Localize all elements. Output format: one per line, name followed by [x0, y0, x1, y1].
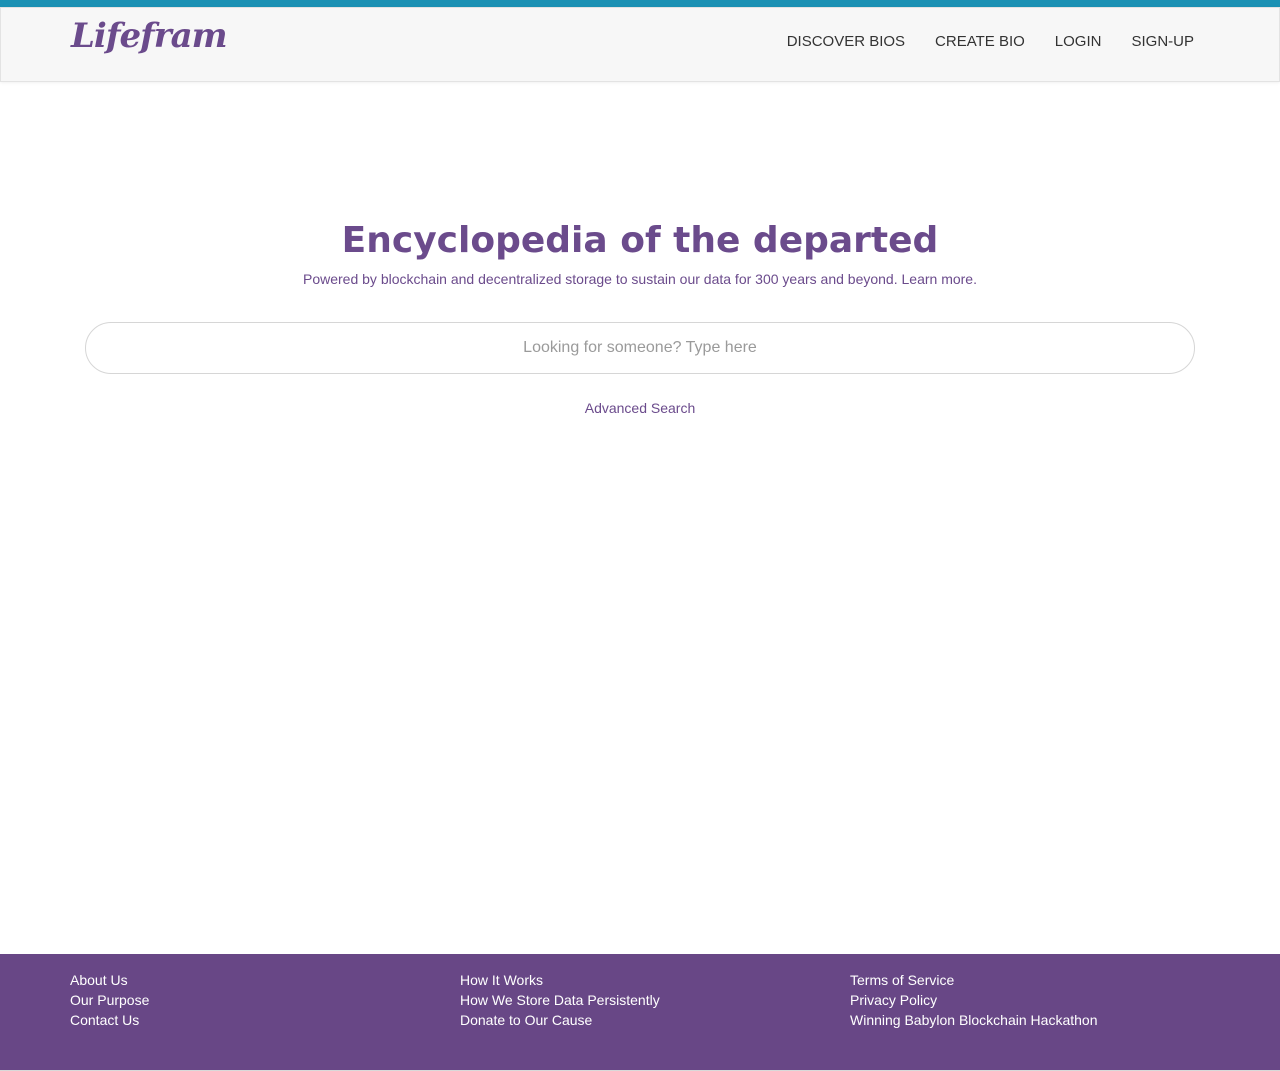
hero-subtitle-text: Powered by blockchain and decentralized … [303, 271, 898, 287]
advanced-search-wrap: Advanced Search [0, 400, 1280, 418]
footer-column-about: About Us Our Purpose Contact Us [70, 970, 149, 1030]
nav-discover-bios[interactable]: DISCOVER BIOS [787, 32, 905, 52]
footer-link-privacy[interactable]: Privacy Policy [850, 990, 1097, 1010]
site-logo[interactable]: Lifefram [71, 16, 228, 56]
nav-create-bio[interactable]: CREATE BIO [935, 32, 1025, 52]
footer-link-contact-us[interactable]: Contact Us [70, 1010, 149, 1030]
footer-link-terms[interactable]: Terms of Service [850, 970, 1097, 990]
footer-link-hackathon[interactable]: Winning Babylon Blockchain Hackathon [850, 1010, 1097, 1030]
search-box [85, 322, 1195, 374]
main-nav: DISCOVER BIOS CREATE BIO LOGIN SIGN-UP [787, 32, 1194, 52]
page-title: Encyclopedia of the departed [341, 220, 939, 261]
footer-link-about-us[interactable]: About Us [70, 970, 149, 990]
hero-subtitle: Powered by blockchain and decentralized … [0, 270, 1280, 288]
advanced-search-link[interactable]: Advanced Search [585, 400, 696, 416]
footer: About Us Our Purpose Contact Us How It W… [0, 954, 1280, 1071]
nav-login[interactable]: LOGIN [1055, 32, 1102, 52]
footer-column-how: How It Works How We Store Data Persisten… [460, 970, 660, 1030]
footer-link-data-storage[interactable]: How We Store Data Persistently [460, 990, 660, 1010]
footer-column-legal: Terms of Service Privacy Policy Winning … [850, 970, 1097, 1030]
footer-link-how-it-works[interactable]: How It Works [460, 970, 660, 990]
footer-link-donate[interactable]: Donate to Our Cause [460, 1010, 660, 1030]
footer-link-our-purpose[interactable]: Our Purpose [70, 990, 149, 1010]
nav-sign-up[interactable]: SIGN-UP [1131, 32, 1194, 52]
navbar: Lifefram DISCOVER BIOS CREATE BIO LOGIN … [0, 7, 1280, 82]
top-accent-bar [0, 0, 1280, 7]
search-input[interactable] [86, 323, 1194, 373]
learn-more-link[interactable]: Learn more. [902, 271, 977, 287]
